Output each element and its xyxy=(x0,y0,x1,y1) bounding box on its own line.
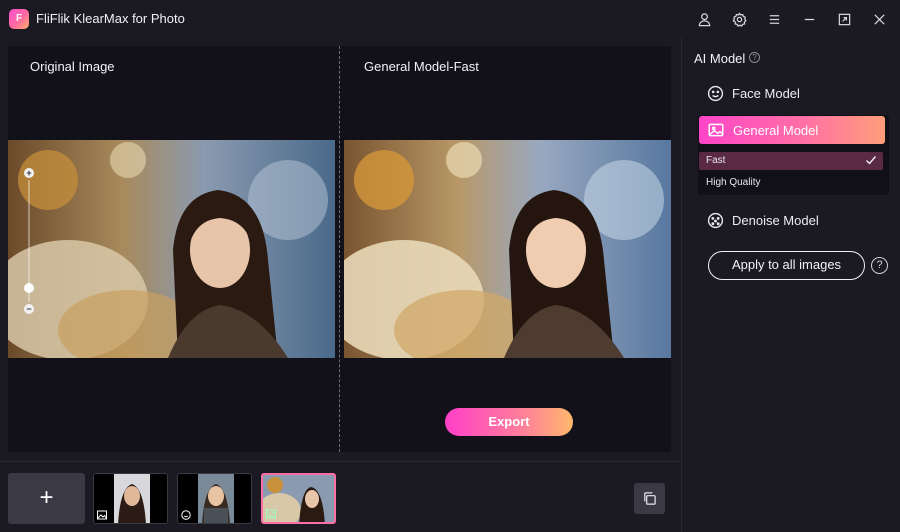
denoise-icon xyxy=(706,211,724,229)
maximize-icon[interactable] xyxy=(834,9,854,29)
app-logo: F xyxy=(9,9,29,29)
help-icon[interactable]: ? xyxy=(749,52,760,63)
app-title: FliFlik KlearMax for Photo xyxy=(36,11,185,26)
export-button[interactable]: Export xyxy=(445,408,573,436)
user-icon[interactable] xyxy=(694,9,714,29)
option-high-quality[interactable]: High Quality xyxy=(699,174,883,192)
close-icon[interactable] xyxy=(869,9,889,29)
add-image-button[interactable]: + xyxy=(8,473,85,524)
compare-divider[interactable] xyxy=(339,46,340,452)
option-fast-label: Fast xyxy=(706,155,726,166)
face-icon xyxy=(706,84,724,102)
minimize-icon[interactable] xyxy=(799,9,819,29)
ai-model-title: AI Model xyxy=(694,51,746,66)
image-icon xyxy=(707,121,725,139)
original-photo xyxy=(8,140,335,358)
thumbnail-strip: + xyxy=(0,461,681,532)
check-icon xyxy=(866,156,877,165)
option-high-quality-label: High Quality xyxy=(706,177,761,188)
original-image-label: Original Image xyxy=(30,59,115,74)
title-bar: F FliFlik KlearMax for Photo xyxy=(0,0,900,38)
image-icon xyxy=(97,510,107,520)
gear-icon[interactable] xyxy=(729,9,749,29)
processed-photo xyxy=(344,140,671,358)
thumbnail-item-active[interactable] xyxy=(261,473,336,524)
face-model-label: Face Model xyxy=(732,85,800,101)
preview-area: Original Image General Model-Fast + − Ex… xyxy=(8,46,671,452)
processed-image-label: General Model-Fast xyxy=(364,59,479,74)
denoise-icon xyxy=(266,509,276,519)
option-fast[interactable]: Fast xyxy=(699,152,883,170)
zoom-slider[interactable]: + − xyxy=(22,168,36,318)
general-model-label: General Model xyxy=(733,122,819,138)
denoise-model-option[interactable]: Denoise Model xyxy=(698,206,885,234)
copy-icon[interactable] xyxy=(634,483,665,514)
general-model-option[interactable]: General Model xyxy=(699,116,885,144)
apply-to-all-button[interactable]: Apply to all images xyxy=(708,251,865,280)
face-model-option[interactable]: Face Model xyxy=(698,79,885,107)
thumbnail-item[interactable] xyxy=(93,473,168,524)
zoom-out-button[interactable]: − xyxy=(24,304,34,314)
denoise-model-label: Denoise Model xyxy=(732,212,819,228)
zoom-in-button[interactable]: + xyxy=(24,168,34,178)
zoom-knob[interactable] xyxy=(24,283,34,293)
ai-model-panel: AI Model ? Face Model General Model Fast… xyxy=(681,38,900,532)
thumbnail-item[interactable] xyxy=(177,473,252,524)
face-icon xyxy=(181,510,191,520)
general-model-group: General Model Fast High Quality xyxy=(698,115,889,195)
menu-icon[interactable] xyxy=(764,9,784,29)
apply-help-icon[interactable]: ? xyxy=(871,257,888,274)
